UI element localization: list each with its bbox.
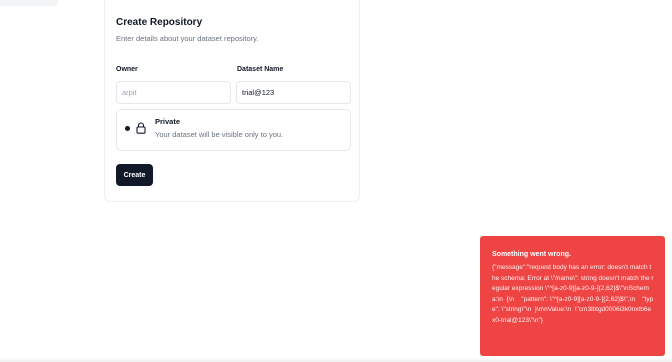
error-toast-title: Something went wrong. (492, 251, 571, 258)
dataset-name-input[interactable] (236, 81, 351, 104)
error-toast-message: {"message":"request body has an error: d… (492, 264, 654, 324)
dataset-name-label: Dataset Name (237, 66, 284, 73)
private-option-title: Private (155, 117, 181, 126)
owner-label: Owner (116, 66, 138, 73)
private-option-description: Your dataset will be visible only to you… (155, 130, 284, 139)
error-toast[interactable]: Something went wrong. {"message":"reques… (480, 236, 665, 356)
top-left-tab-stub (0, 0, 58, 6)
page-title: Create Repository (116, 17, 203, 28)
private-radio[interactable] (125, 126, 130, 131)
page-subtitle: Enter details about your dataset reposit… (116, 34, 259, 43)
create-button[interactable]: Create (116, 164, 153, 186)
lock-icon (136, 122, 146, 134)
owner-input[interactable] (116, 81, 231, 104)
bottom-bar (0, 357, 672, 362)
